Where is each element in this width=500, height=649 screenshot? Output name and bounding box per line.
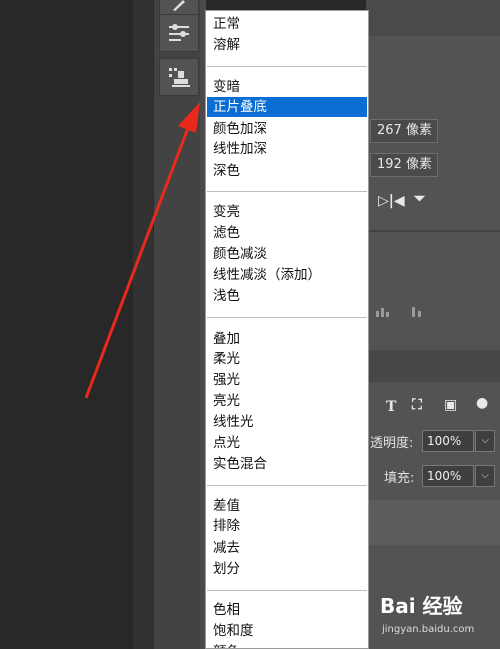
watermark-brand: Bai 经验 <box>380 594 463 618</box>
baidu-watermark: Bai 经验 jingyan.baidu.com <box>380 590 498 640</box>
annotation-arrow-icon <box>84 102 200 399</box>
watermark-url: jingyan.baidu.com <box>382 624 475 635</box>
